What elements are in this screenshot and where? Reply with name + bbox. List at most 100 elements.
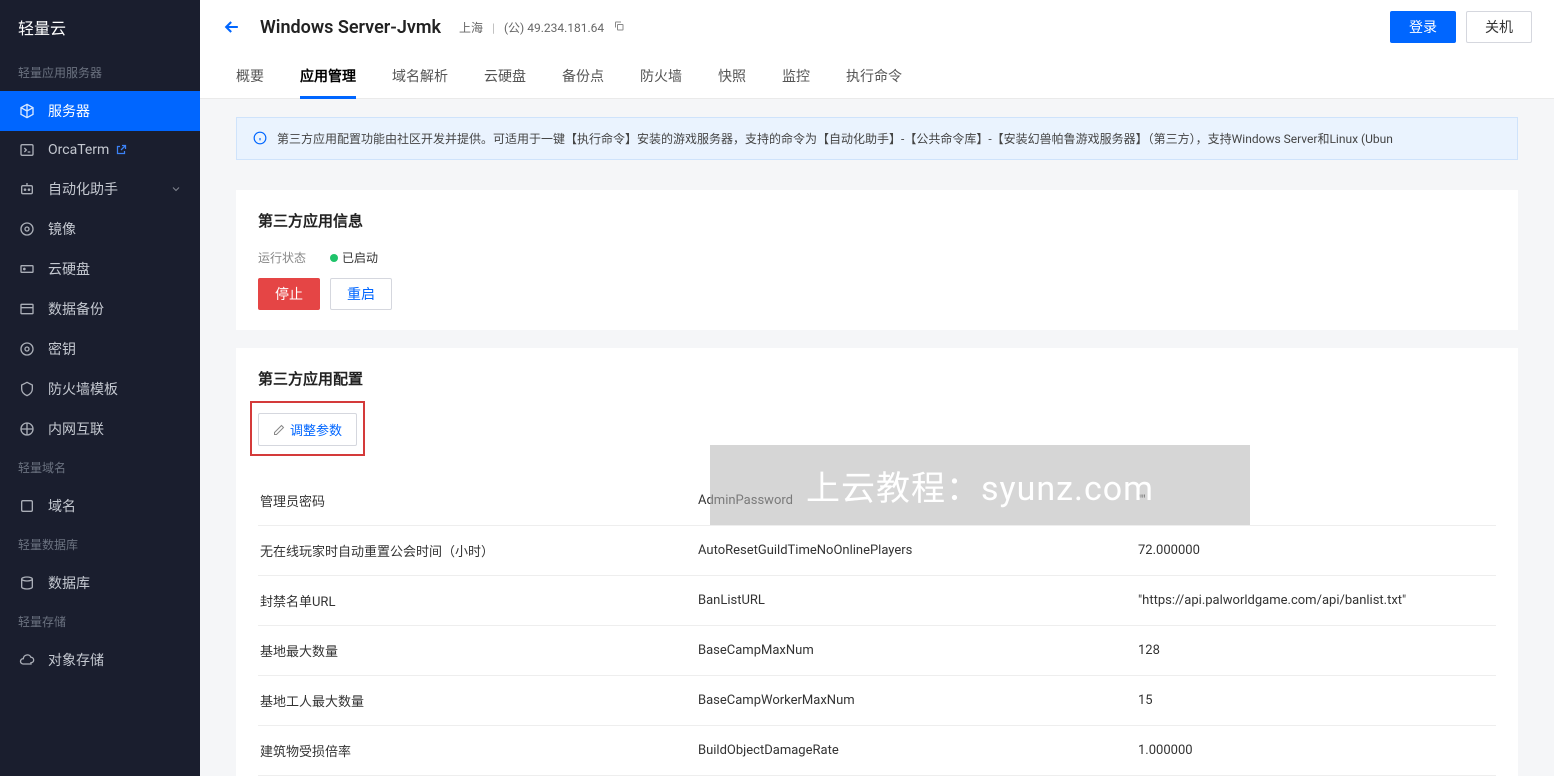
- header-meta: 上海 | (公) 49.234.181.64: [459, 19, 625, 36]
- sidebar-item-disc[interactable]: 镜像: [0, 209, 200, 249]
- config-row: 无在线玩家时自动重置公会时间（小时）AutoResetGuildTimeNoOn…: [258, 526, 1496, 576]
- external-link-icon: [115, 144, 127, 156]
- backup-icon: [18, 300, 36, 318]
- sidebar-item-label: 密钥: [48, 339, 76, 359]
- config-name: 无在线玩家时自动重置公会时间（小时）: [258, 541, 698, 560]
- tab-5[interactable]: 防火墙: [640, 54, 682, 98]
- key-icon: [18, 340, 36, 358]
- tab-0[interactable]: 概要: [236, 54, 264, 98]
- config-name: 管理员密码: [258, 491, 698, 510]
- sidebar-section-title: 轻量存储: [0, 603, 200, 640]
- sidebar-item-label: OrcaTerm: [48, 142, 109, 158]
- config-row: 基地工人最大数量BaseCampWorkerMaxNum15: [258, 676, 1496, 726]
- shield-icon: [18, 380, 36, 398]
- back-icon[interactable]: [222, 17, 242, 37]
- hdd-icon: [18, 260, 36, 278]
- sidebar-item-label: 对象存储: [48, 650, 104, 670]
- status-label: 运行状态: [258, 249, 306, 266]
- copy-icon[interactable]: [613, 21, 625, 35]
- config-name: 建筑物受损倍率: [258, 741, 698, 760]
- sidebar-item-label: 域名: [48, 496, 76, 516]
- config-name: 封禁名单URL: [258, 591, 698, 610]
- config-name: 基地工人最大数量: [258, 691, 698, 710]
- sidebar-section-title: 轻量数据库: [0, 526, 200, 563]
- config-value: "": [1138, 493, 1496, 508]
- tabs: 概要应用管理域名解析云硬盘备份点防火墙快照监控执行命令: [200, 54, 1554, 99]
- cloud-icon: [18, 651, 36, 669]
- brand-logo: 轻量云: [0, 0, 200, 54]
- config-key: BaseCampWorkerMaxNum: [698, 693, 1138, 708]
- disc-icon: [18, 220, 36, 238]
- status-value: 已启动: [342, 249, 378, 266]
- sidebar-item-key[interactable]: 密钥: [0, 329, 200, 369]
- sidebar-item-cube[interactable]: 服务器: [0, 91, 200, 131]
- config-name: 基地最大数量: [258, 641, 698, 660]
- sidebar-item-label: 自动化助手: [48, 179, 118, 199]
- page-title: Windows Server-Jvmk: [260, 17, 441, 38]
- config-value: 1.000000: [1138, 743, 1496, 758]
- main: Windows Server-Jvmk 上海 | (公) 49.234.181.…: [200, 0, 1554, 776]
- sidebar-section-title: 轻量域名: [0, 449, 200, 486]
- topbar: Windows Server-Jvmk 上海 | (公) 49.234.181.…: [200, 0, 1554, 54]
- config-value: 72.000000: [1138, 543, 1496, 558]
- login-button[interactable]: 登录: [1390, 11, 1456, 43]
- tab-1[interactable]: 应用管理: [300, 54, 356, 98]
- tab-4[interactable]: 备份点: [562, 54, 604, 98]
- config-row: 基地最大数量BaseCampMaxNum128: [258, 626, 1496, 676]
- config-value: 15: [1138, 693, 1496, 708]
- terminal-icon: [18, 141, 36, 159]
- panel-config-title: 第三方应用配置: [258, 368, 1496, 389]
- tab-6[interactable]: 快照: [718, 54, 746, 98]
- sidebar-item-label: 数据库: [48, 573, 90, 593]
- alert-text: 第三方应用配置功能由社区开发并提供。可适用于一键【执行命令】安装的游戏服务器，支…: [277, 130, 1393, 147]
- sidebar-item-hdd[interactable]: 云硬盘: [0, 249, 200, 289]
- sidebar-item-database[interactable]: 数据库: [0, 563, 200, 603]
- database-icon: [18, 574, 36, 592]
- cube-icon: [18, 102, 36, 120]
- config-row: 封禁名单URLBanListURL"https://api.palworldga…: [258, 576, 1496, 626]
- sidebar-item-robot[interactable]: 自动化助手: [0, 169, 200, 209]
- adjust-params-button[interactable]: 调整参数: [258, 413, 357, 446]
- tab-8[interactable]: 执行命令: [846, 54, 902, 98]
- sidebar-item-terminal[interactable]: OrcaTerm: [0, 131, 200, 169]
- info-icon: [253, 131, 267, 145]
- chevron-down-icon: [170, 183, 182, 195]
- stop-button[interactable]: 停止: [258, 278, 320, 310]
- sidebar-item-label: 服务器: [48, 101, 90, 121]
- info-alert: 第三方应用配置功能由社区开发并提供。可适用于一键【执行命令】安装的游戏服务器，支…: [236, 117, 1518, 160]
- config-row: 管理员密码AdminPassword"": [258, 476, 1496, 526]
- sidebar-item-cloud[interactable]: 对象存储: [0, 640, 200, 680]
- config-value: "https://api.palworldgame.com/api/banlis…: [1138, 593, 1496, 608]
- tab-2[interactable]: 域名解析: [392, 54, 448, 98]
- sidebar-item-label: 镜像: [48, 219, 76, 239]
- highlight-box: 调整参数: [250, 401, 365, 456]
- sidebar-item-label: 内网互联: [48, 419, 104, 439]
- shutdown-button[interactable]: 关机: [1466, 11, 1532, 43]
- sidebar: 轻量云 轻量应用服务器服务器 OrcaTerm 自动化助手镜像云硬盘数据备份密钥防火…: [0, 0, 200, 776]
- sidebar-section-title: 轻量应用服务器: [0, 54, 200, 91]
- config-key: AutoResetGuildTimeNoOnlinePlayers: [698, 543, 1138, 558]
- restart-button[interactable]: 重启: [330, 278, 392, 310]
- robot-icon: [18, 180, 36, 198]
- config-key: AdminPassword: [698, 493, 1138, 508]
- pencil-icon: [273, 424, 285, 436]
- network-icon: [18, 420, 36, 438]
- panel-app-config: 第三方应用配置 调整参数 管理员密码AdminPassword""无在线玩家时自…: [236, 348, 1518, 776]
- sidebar-item-label: 数据备份: [48, 299, 104, 319]
- sidebar-item-label: 防火墙模板: [48, 379, 118, 399]
- sidebar-item-globe[interactable]: 域名: [0, 486, 200, 526]
- sidebar-item-shield[interactable]: 防火墙模板: [0, 369, 200, 409]
- sidebar-item-network[interactable]: 内网互联: [0, 409, 200, 449]
- config-key: BaseCampMaxNum: [698, 643, 1138, 658]
- panel-info-title: 第三方应用信息: [258, 210, 1496, 231]
- panel-app-info: 第三方应用信息 运行状态 已启动 停止 重启: [236, 190, 1518, 330]
- config-key: BuildObjectDamageRate: [698, 743, 1138, 758]
- sidebar-item-label: 云硬盘: [48, 259, 90, 279]
- globe-icon: [18, 497, 36, 515]
- sidebar-item-backup[interactable]: 数据备份: [0, 289, 200, 329]
- tab-7[interactable]: 监控: [782, 54, 810, 98]
- config-value: 128: [1138, 643, 1496, 658]
- config-key: BanListURL: [698, 593, 1138, 608]
- tab-3[interactable]: 云硬盘: [484, 54, 526, 98]
- config-row: 建筑物受损倍率BuildObjectDamageRate1.000000: [258, 726, 1496, 776]
